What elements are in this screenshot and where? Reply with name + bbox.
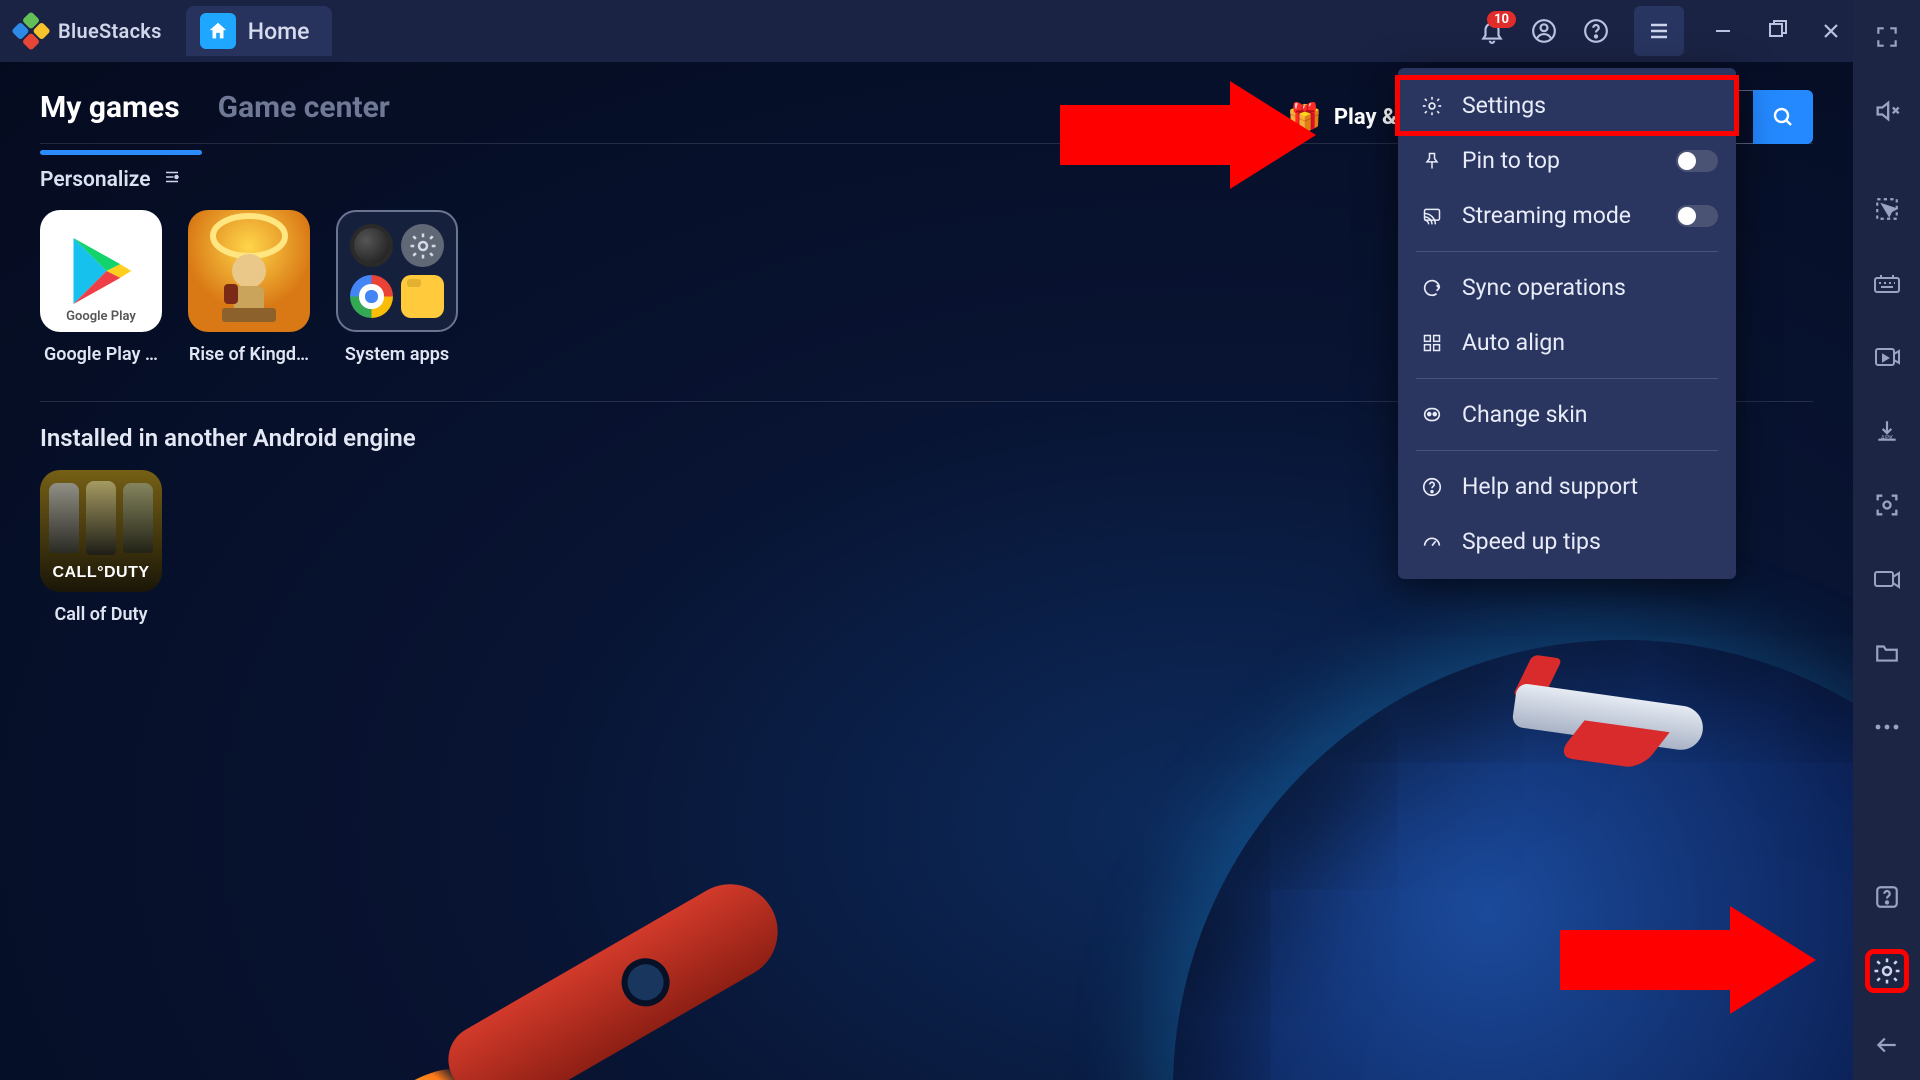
menu-separator xyxy=(1416,378,1718,379)
record-icon[interactable] xyxy=(1870,340,1904,374)
menu-item-help-support[interactable]: Help and support xyxy=(1398,459,1736,514)
back-icon[interactable] xyxy=(1870,1028,1904,1062)
tab-home-label: Home xyxy=(248,18,310,45)
tab-game-center[interactable]: Game center xyxy=(218,90,390,125)
active-tab-underline xyxy=(40,150,202,155)
notifications-icon[interactable]: 10 xyxy=(1478,17,1506,45)
right-sidebar: APK xyxy=(1853,0,1920,1080)
menu-label: Pin to top xyxy=(1462,147,1560,174)
grid-icon xyxy=(1420,333,1444,353)
annotation-arrow-settings xyxy=(1060,75,1320,195)
google-play-icon: Google Play xyxy=(40,210,162,332)
menu-label: Help and support xyxy=(1462,473,1638,500)
keyboard-icon[interactable] xyxy=(1870,266,1904,300)
folder-icon[interactable] xyxy=(1870,636,1904,670)
account-icon[interactable] xyxy=(1530,17,1558,45)
notification-badge: 10 xyxy=(1487,11,1516,28)
app-google-play[interactable]: Google Play Google Play … xyxy=(40,210,162,365)
personalize-label: Personalize xyxy=(40,168,151,192)
close-button[interactable] xyxy=(1816,16,1846,46)
menu-separator xyxy=(1416,450,1718,451)
menu-item-auto-align[interactable]: Auto align xyxy=(1398,315,1736,370)
title-bar: BlueStacks Home 10 xyxy=(0,0,1920,62)
menu-item-change-skin[interactable]: Change skin xyxy=(1398,387,1736,442)
sidebar-settings-icon[interactable] xyxy=(1870,954,1904,988)
menu-label: Change skin xyxy=(1462,401,1588,428)
cod-logo-text: CALL°DUTY xyxy=(40,564,162,582)
app-call-of-duty[interactable]: CALL°DUTY Call of Duty xyxy=(40,470,162,625)
gauge-icon xyxy=(1420,531,1444,553)
mask-icon xyxy=(1420,404,1444,426)
bluestacks-logo-icon xyxy=(14,14,48,48)
streaming-toggle[interactable] xyxy=(1676,205,1718,227)
screenshot-icon[interactable] xyxy=(1870,488,1904,522)
hamburger-menu-button[interactable] xyxy=(1634,6,1684,56)
search-button[interactable] xyxy=(1753,90,1813,144)
menu-label: Speed up tips xyxy=(1462,528,1601,555)
menu-item-settings[interactable]: Settings xyxy=(1398,78,1736,133)
install-apk-icon[interactable]: APK xyxy=(1870,414,1904,448)
cursor-lock-icon[interactable] xyxy=(1870,192,1904,226)
app-name: BlueStacks xyxy=(58,19,162,43)
gear-icon xyxy=(1420,95,1444,117)
hamburger-dropdown: Settings Pin to top Streaming mode Sync … xyxy=(1398,68,1736,579)
menu-item-streaming-mode[interactable]: Streaming mode xyxy=(1398,188,1736,243)
background-rocket xyxy=(375,857,835,1080)
titlebar-actions: 10 xyxy=(1478,0,1900,62)
svg-text:APK: APK xyxy=(1880,434,1893,442)
app-label: Rise of Kingd… xyxy=(188,344,310,365)
app-label: System apps xyxy=(336,344,458,365)
menu-label: Settings xyxy=(1462,92,1546,119)
menu-item-speed-up-tips[interactable]: Speed up tips xyxy=(1398,514,1736,569)
minimize-button[interactable] xyxy=(1708,16,1738,46)
annotation-arrow-sidebar-settings xyxy=(1560,900,1820,1020)
app-rise-of-kingdoms[interactable]: Rise of Kingd… xyxy=(188,210,310,365)
menu-label: Auto align xyxy=(1462,329,1565,356)
fullscreen-icon[interactable] xyxy=(1870,20,1904,54)
menu-item-sync-operations[interactable]: Sync operations xyxy=(1398,260,1736,315)
volume-mute-icon[interactable] xyxy=(1870,94,1904,128)
help-box-icon[interactable] xyxy=(1870,880,1904,914)
app-system-apps[interactable]: System apps xyxy=(336,210,458,365)
more-icon[interactable] xyxy=(1870,710,1904,744)
menu-item-pin-to-top[interactable]: Pin to top xyxy=(1398,133,1736,188)
cast-icon xyxy=(1420,206,1444,226)
menu-label: Streaming mode xyxy=(1462,202,1631,229)
home-icon xyxy=(200,13,236,49)
system-apps-icon xyxy=(336,210,458,332)
menu-label: Sync operations xyxy=(1462,274,1626,301)
app-logo: BlueStacks xyxy=(0,14,176,48)
personalize-options-icon[interactable] xyxy=(163,168,181,192)
rise-of-kingdoms-icon xyxy=(188,210,310,332)
help-circle-icon xyxy=(1420,476,1444,498)
menu-separator xyxy=(1416,251,1718,252)
call-of-duty-icon: CALL°DUTY xyxy=(40,470,162,592)
pin-icon xyxy=(1420,151,1444,171)
sync-icon xyxy=(1420,277,1444,299)
help-icon[interactable] xyxy=(1582,17,1610,45)
maximize-button[interactable] xyxy=(1762,16,1792,46)
app-label: Google Play … xyxy=(40,344,162,365)
tab-my-games[interactable]: My games xyxy=(40,90,180,125)
tab-home[interactable]: Home xyxy=(186,6,332,56)
pin-toggle[interactable] xyxy=(1676,150,1718,172)
video-icon[interactable] xyxy=(1870,562,1904,596)
app-label: Call of Duty xyxy=(40,604,162,625)
